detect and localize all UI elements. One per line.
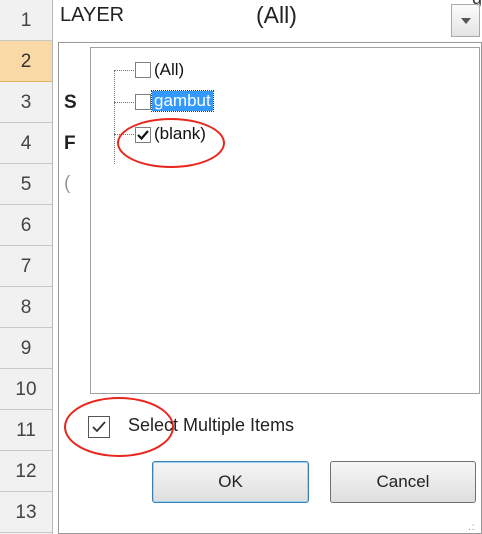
row-header-10[interactable]: 10 [0,369,52,410]
select-multiple-checkbox[interactable] [88,416,110,438]
ok-button[interactable]: OK [152,461,309,503]
row-header-13[interactable]: 13 [0,492,52,533]
row-header-12[interactable]: 12 [0,451,52,492]
row4-cell-partial[interactable]: F [64,133,76,155]
row-header-7[interactable]: 7 [0,246,52,287]
row-header-9[interactable]: 9 [0,328,52,369]
tree-connector [114,70,134,71]
row-header-11[interactable]: 11 [0,410,52,451]
row5-cell-partial[interactable]: ( [64,173,70,195]
row-header-6[interactable]: 6 [0,205,52,246]
row-header-8[interactable]: 8 [0,287,52,328]
row-header-3[interactable]: 3 [0,82,52,123]
tree-connector [114,70,115,164]
checkbox-gambut[interactable] [135,94,151,110]
checkbox-all[interactable] [135,62,151,78]
row-header-1[interactable]: 1 [0,0,52,41]
tree-connector [114,102,134,103]
row-header-column: 1 2 3 4 5 6 7 8 9 10 11 12 13 [0,0,53,534]
resize-grip-icon[interactable]: .: [468,522,476,533]
row-header-2[interactable]: 2 [0,41,52,82]
row-header-4[interactable]: 4 [0,123,52,164]
filter-dropdown-button[interactable] [451,4,480,37]
cancel-button[interactable]: Cancel [330,461,476,503]
pivot-filter-field-value[interactable]: (All) [256,2,297,29]
row3-cell-partial[interactable]: S [64,92,77,114]
item-label-all[interactable]: (All) [154,60,184,80]
checkmark-icon [92,421,106,433]
row-header-5[interactable]: 5 [0,164,52,205]
item-label-gambut[interactable]: gambut [151,90,214,112]
pivot-filter-field-name[interactable]: LAYER [60,4,124,27]
select-multiple-label[interactable]: Select Multiple Items [128,415,294,436]
annotation-circle-blank [117,118,225,168]
chevron-down-icon [461,18,471,24]
